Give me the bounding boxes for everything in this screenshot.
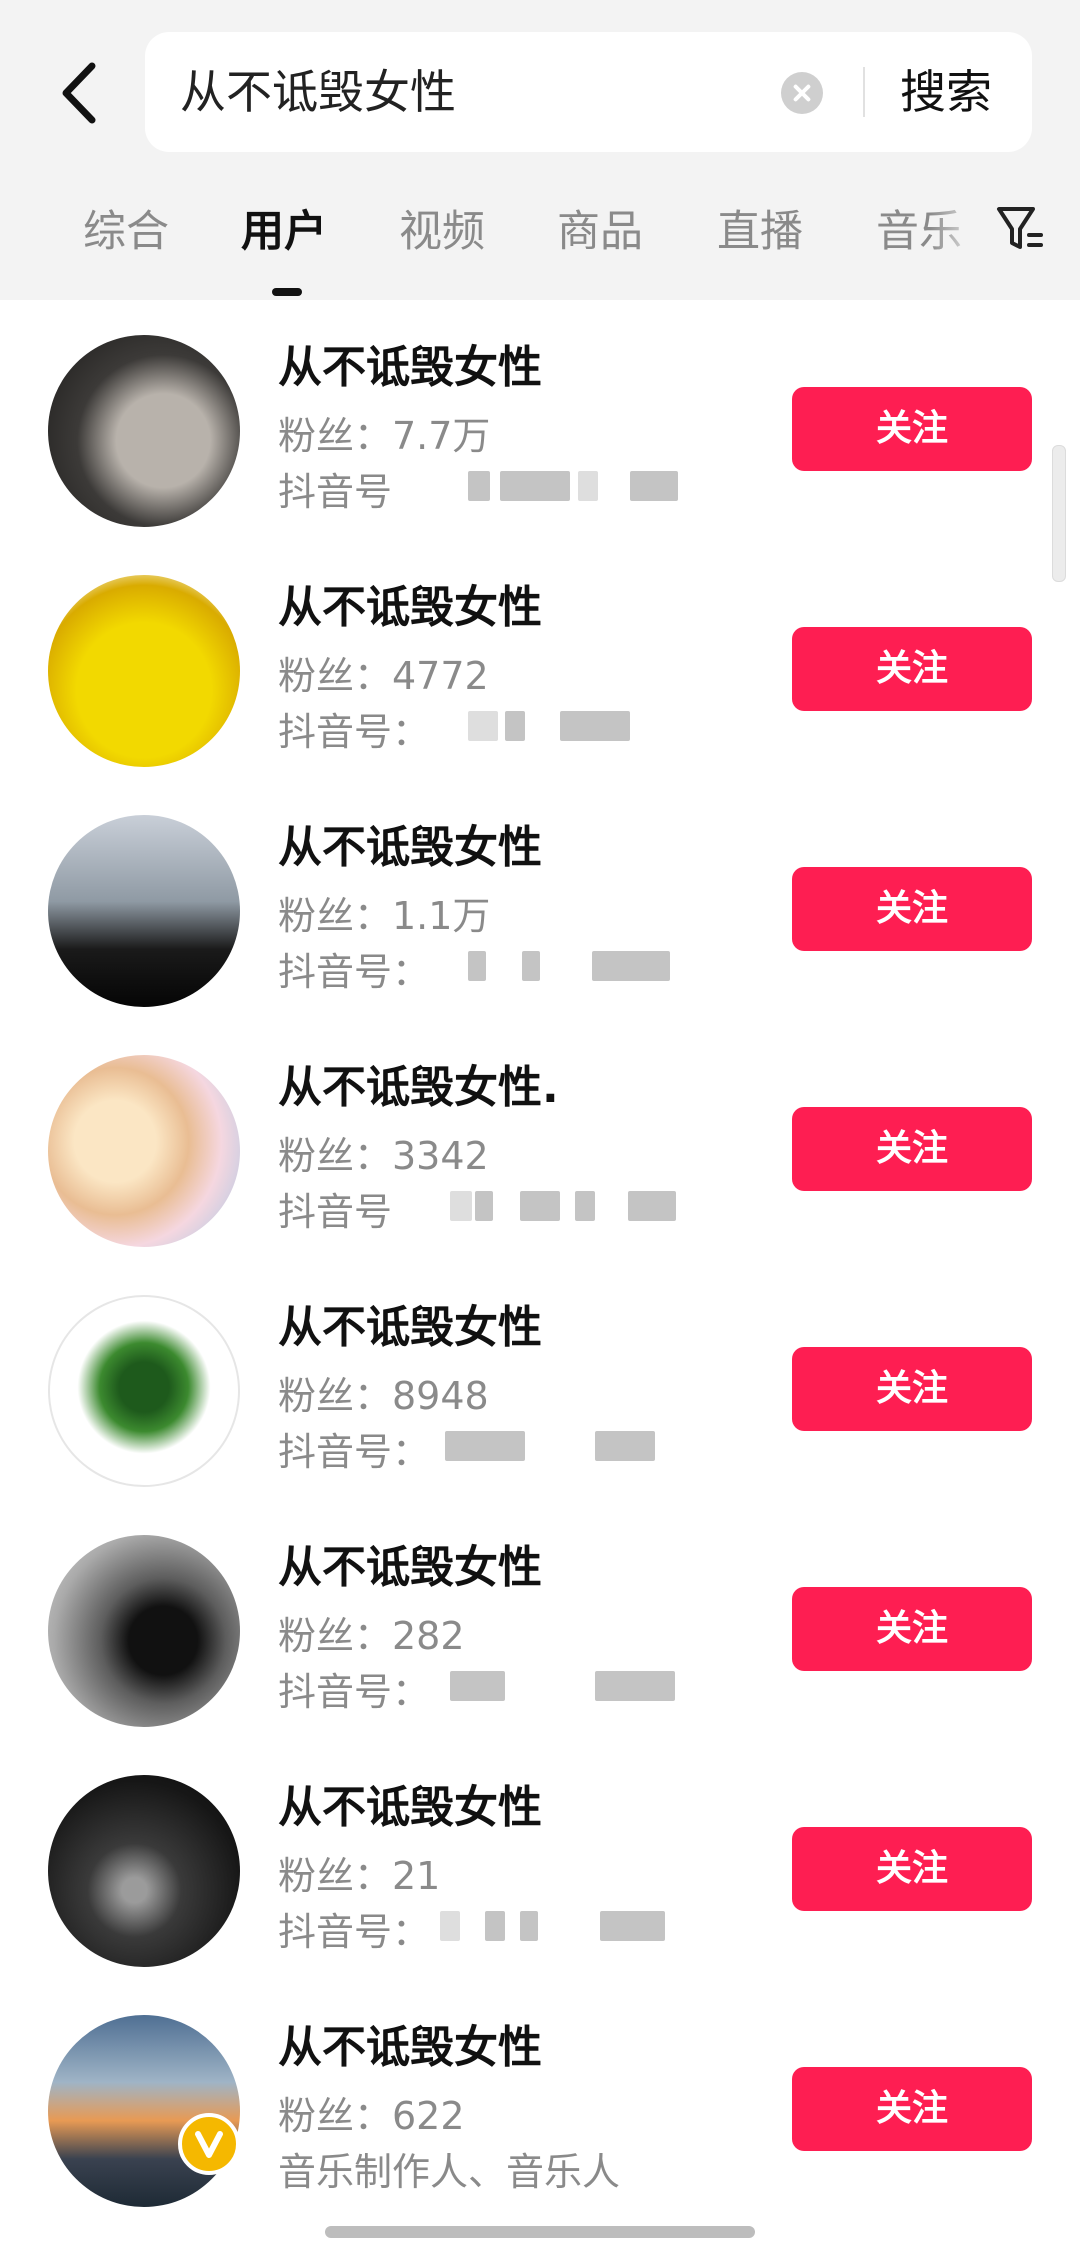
back-button[interactable]	[50, 58, 110, 128]
redacted-id	[628, 1191, 676, 1221]
redacted-id	[505, 711, 525, 741]
fans-count: 粉丝：282	[278, 1614, 465, 1658]
user-row[interactable]: 从不诋毁女性 粉丝：622 音乐制作人、音乐人 关注	[0, 2015, 1080, 2255]
search-input[interactable]: 从不诋毁女性	[180, 32, 456, 152]
filter-button[interactable]	[995, 203, 1045, 257]
user-id: 抖音号：	[278, 1670, 431, 1714]
user-row[interactable]: 从不诋毁女性 粉丝：8948 抖音号： 关注	[0, 1295, 1080, 1535]
home-indicator	[325, 2226, 755, 2238]
redacted-id	[630, 471, 678, 501]
tab-products[interactable]: 商品	[557, 200, 643, 264]
redacted-id	[450, 1191, 472, 1221]
filter-icon	[997, 207, 1043, 249]
redacted-id	[600, 1911, 665, 1941]
follow-button[interactable]: 关注	[792, 1347, 1032, 1431]
user-id: 抖音号：	[278, 710, 431, 754]
redacted-id	[468, 471, 490, 501]
search-bar[interactable]: 从不诋毁女性 搜索	[145, 32, 1032, 152]
user-name: 从不诋毁女性	[278, 2022, 542, 2073]
user-name: 从不诋毁女性	[278, 342, 542, 393]
redacted-id	[468, 951, 486, 981]
redacted-id	[520, 1191, 560, 1221]
user-id: 抖音号	[278, 1190, 393, 1234]
fans-count: 粉丝：4772	[278, 654, 489, 698]
tab-videos[interactable]: 视频	[399, 200, 485, 264]
user-name: 从不诋毁女性	[278, 822, 542, 873]
redacted-id	[500, 471, 570, 501]
search-divider	[863, 67, 865, 117]
user-name: 从不诋毁女性	[278, 1782, 542, 1833]
redacted-id	[560, 711, 630, 741]
chevron-left-icon	[62, 62, 96, 124]
redacted-id	[592, 951, 670, 981]
user-name: 从不诋毁女性	[278, 1302, 542, 1353]
tab-fade	[930, 185, 1000, 280]
fans-count: 粉丝：21	[278, 1854, 441, 1898]
user-id: 抖音号	[278, 470, 393, 514]
avatar	[48, 1535, 240, 1727]
verified-icon	[178, 2113, 240, 2175]
clear-icon[interactable]	[781, 72, 823, 114]
fans-count: 粉丝：8948	[278, 1374, 489, 1418]
fans-count: 粉丝：7.7万	[278, 414, 491, 458]
user-id: 抖音号：	[278, 950, 431, 994]
user-row[interactable]: 从不诋毁女性. 粉丝：3342 抖音号 关注	[0, 1055, 1080, 1295]
user-row[interactable]: 从不诋毁女性 粉丝：21 抖音号： 关注	[0, 1775, 1080, 2015]
scrollbar[interactable]	[1052, 445, 1066, 582]
redacted-id	[440, 1911, 460, 1941]
avatar	[48, 815, 240, 1007]
user-id: 抖音号：	[278, 1910, 431, 1954]
search-button[interactable]: 搜索	[900, 32, 992, 152]
redacted-id	[468, 711, 498, 741]
follow-button[interactable]: 关注	[792, 867, 1032, 951]
active-tab-indicator	[272, 288, 302, 296]
redacted-id	[485, 1911, 505, 1941]
fans-count: 粉丝：1.1万	[278, 894, 491, 938]
redacted-id	[595, 1431, 655, 1461]
redacted-id	[595, 1671, 675, 1701]
redacted-id	[475, 1191, 493, 1221]
follow-button[interactable]: 关注	[792, 387, 1032, 471]
follow-button[interactable]: 关注	[792, 2067, 1032, 2151]
fans-count: 粉丝：622	[278, 2094, 465, 2138]
user-name: 从不诋毁女性.	[278, 1062, 559, 1113]
user-id: 抖音号：	[278, 1430, 431, 1474]
follow-button[interactable]: 关注	[792, 627, 1032, 711]
user-name: 从不诋毁女性	[278, 582, 542, 633]
redacted-id	[578, 471, 598, 501]
user-row[interactable]: 从不诋毁女性 粉丝：1.1万 抖音号： 关注	[0, 815, 1080, 1055]
redacted-id	[522, 951, 540, 981]
tab-live[interactable]: 直播	[717, 200, 803, 264]
user-row[interactable]: 从不诋毁女性 粉丝：4772 抖音号： 关注	[0, 575, 1080, 815]
user-row[interactable]: 从不诋毁女性 粉丝：7.7万 抖音号 关注	[0, 335, 1080, 575]
user-row[interactable]: 从不诋毁女性 粉丝：282 抖音号： 关注	[0, 1535, 1080, 1775]
redacted-id	[575, 1191, 595, 1221]
avatar	[48, 1775, 240, 1967]
redacted-id	[450, 1671, 505, 1701]
avatar	[48, 575, 240, 767]
tab-users[interactable]: 用户	[241, 200, 327, 264]
redacted-id	[445, 1431, 525, 1461]
avatar	[48, 1295, 240, 1487]
tab-comprehensive[interactable]: 综合	[83, 200, 169, 264]
user-name: 从不诋毁女性	[278, 1542, 542, 1593]
avatar	[48, 335, 240, 527]
follow-button[interactable]: 关注	[792, 1587, 1032, 1671]
follow-button[interactable]: 关注	[792, 1827, 1032, 1911]
avatar	[48, 1055, 240, 1247]
user-bio: 音乐制作人、音乐人	[278, 2150, 621, 2194]
follow-button[interactable]: 关注	[792, 1107, 1032, 1191]
redacted-id	[520, 1911, 538, 1941]
avatar	[48, 2015, 240, 2207]
fans-count: 粉丝：3342	[278, 1134, 489, 1178]
